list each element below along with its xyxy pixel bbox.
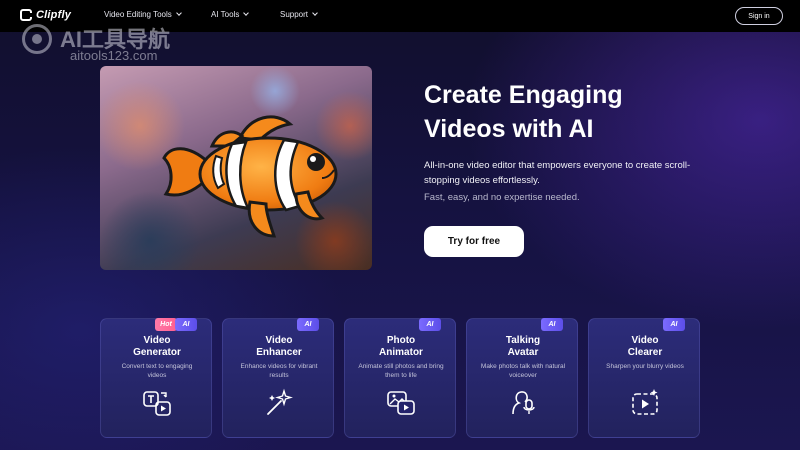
card-video-generator[interactable]: Hot AI Video Generator Convert text to en… [100,318,212,438]
sign-in-button[interactable]: Sign in [735,7,783,25]
chevron-down-icon [175,10,182,16]
nav-ai-tools[interactable]: AI Tools [211,10,250,19]
card-talking-avatar[interactable]: AI Talking Avatar Make photos talk with n… [466,318,578,438]
brand-logo[interactable]: Clipfly [20,9,71,21]
ai-badge: AI [175,318,197,331]
card-description: Sharpen your blurry videos [606,363,684,370]
card-title-text: Photo Animator [379,335,423,358]
magic-wand-icon [267,388,293,415]
chevron-down-icon [243,10,250,16]
nav-video-editing-tools[interactable]: Video Editing Tools [104,10,182,19]
text-to-video-icon [143,391,171,416]
card-title-text: Video Generator [133,335,181,358]
nav-support[interactable]: Support [280,10,318,19]
hot-badge: Hot [155,318,177,331]
nav-item-label: AI Tools [211,10,240,19]
card-description: Animate still photos and bring them to l… [358,363,444,379]
hero-title-line2: Videos with AI [424,115,594,143]
card-title-text: Talking Avatar [505,335,541,358]
ai-badge: AI [541,318,563,331]
card-title: Photo Animator [345,335,457,359]
card-title-text: Video Clearer [627,335,663,358]
chevron-down-icon [312,10,318,16]
ai-badge: AI [297,318,319,331]
ai-badge: AI [419,318,441,331]
try-for-free-button[interactable]: Try for free [424,226,524,257]
clipfly-logo-icon [20,9,33,21]
avatar-mic-icon [512,391,535,415]
brand-name: Clipfly [36,9,72,21]
card-title-text: Video Enhancer [256,335,302,358]
card-description: Enhance videos for vibrant results [240,363,318,379]
nav-item-label: Video Editing Tools [104,10,172,19]
card-title: Video Enhancer [223,335,335,359]
card-description: Convert text to engaging videos [121,363,193,379]
clownfish-icon [162,115,338,238]
hero-image [100,66,372,270]
card-title: Video Clearer [589,335,701,359]
hero-title-line1: Create Engaging [424,81,623,109]
hero-subtext: Fast, easy, and no expertise needed. [424,192,580,203]
card-title: Video Generator [101,335,213,359]
ai-badge: AI [663,318,685,331]
photo-animate-icon [387,391,415,415]
watermark-logo-icon [22,24,52,54]
watermark-url: aitools123.com [70,48,158,63]
nav-item-label: Support [280,10,309,19]
card-video-clearer[interactable]: AI Video Clearer Sharpen your blurry vide… [588,318,700,438]
card-video-enhancer[interactable]: AI Video Enhancer Enhance videos for vibr… [222,318,334,438]
hero-description: All-in-one video editor that empowers ev… [424,160,691,186]
card-description: Make photos talk with natural voiceover [480,363,566,379]
video-sparkle-icon [632,389,658,415]
card-title: Talking Avatar [467,335,579,359]
card-photo-animator[interactable]: AI Photo Animator Animate still photos an… [344,318,456,438]
hero-title: Create Engaging Videos with AI [424,78,724,146]
